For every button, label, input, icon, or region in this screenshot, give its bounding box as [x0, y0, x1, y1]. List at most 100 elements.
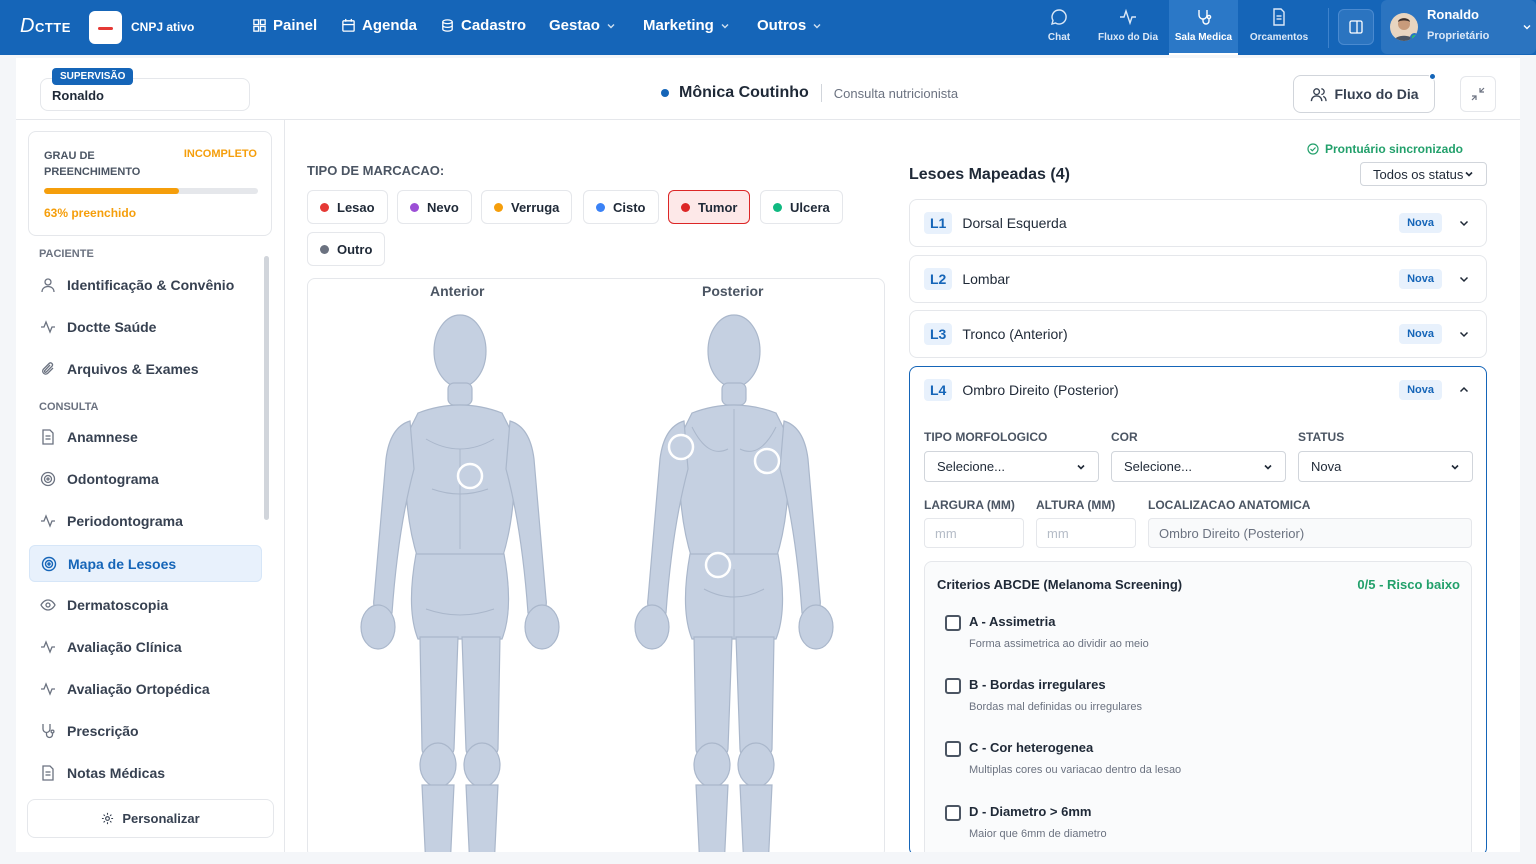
sidebar-item-avaliacao-clinica[interactable]: Avaliação Clínica [29, 628, 262, 665]
tool-chat[interactable]: Chat [1040, 0, 1078, 55]
criterion-name: A - Assimetria [969, 614, 1056, 629]
marker-ulcera[interactable]: Ulcera [760, 190, 843, 224]
chevron-down-icon[interactable] [1458, 273, 1470, 285]
sidebar-item-anamnese[interactable]: Anamnese [29, 418, 262, 455]
color-select[interactable]: Selecione... [1111, 451, 1286, 482]
nav-painel[interactable]: Painel [252, 17, 317, 34]
sidebar-icon [1349, 20, 1363, 34]
lesion-item[interactable]: L1 Dorsal Esquerda Nova [909, 199, 1487, 247]
chevron-down-icon[interactable] [1458, 328, 1470, 340]
chevron-down-icon[interactable] [1458, 217, 1470, 229]
lesion-marker-l1[interactable] [753, 447, 781, 475]
lesion-item[interactable]: L2 Lombar Nova [909, 255, 1487, 303]
fluxo-dia-button[interactable]: Fluxo do Dia [1293, 73, 1436, 113]
nav-marketing[interactable]: Marketing [643, 17, 730, 34]
criterion-checkbox[interactable] [945, 678, 961, 694]
sidebar-item-doctte-saude[interactable]: Doctte Saúde [29, 308, 262, 345]
height-input[interactable]: mm [1036, 518, 1136, 548]
width-input[interactable]: mm [924, 518, 1024, 548]
sidebar-item-mapa-lesoes[interactable]: Mapa de Lesoes [29, 545, 262, 582]
calendar-icon [342, 18, 355, 32]
stethoscope-icon [42, 723, 55, 738]
check-circle-icon [1307, 143, 1319, 155]
morph-type-select[interactable]: Selecione... [924, 451, 1099, 482]
tool-fluxo-dia[interactable]: Fluxo do Dia [1094, 0, 1162, 55]
lesion-marker-l2[interactable] [704, 551, 732, 579]
chevron-down-icon [721, 23, 729, 28]
sidebar-item-label: Periodontograma [67, 512, 183, 529]
sidebar-item-prescricao[interactable]: Prescrição [29, 712, 262, 749]
user-menu[interactable]: Ronaldo Proprietário [1381, 0, 1536, 54]
user-name: Ronaldo [1427, 7, 1479, 22]
nav-gestao[interactable]: Gestao [549, 17, 616, 34]
lesion-marker-l4[interactable] [667, 433, 695, 461]
color-dot [773, 202, 782, 212]
marker-lesao[interactable]: Lesao [307, 190, 388, 224]
sidebar-item-notas-medicas[interactable]: Notas Médicas [29, 754, 262, 791]
marker-cisto[interactable]: Cisto [583, 190, 659, 224]
chevron-up-icon[interactable] [1458, 384, 1470, 396]
panel-toggle-button[interactable] [1338, 9, 1374, 45]
customize-button[interactable]: Personalizar [27, 799, 274, 838]
marker-outro[interactable]: Outro [307, 232, 386, 266]
tool-sala-medica[interactable]: Sala Medica [1169, 0, 1238, 55]
tool-orcamentos[interactable]: Orcamentos [1246, 0, 1312, 55]
criterion-name: C - Cor heterogenea [969, 740, 1094, 755]
sidebar-item-label: Anamnese [67, 428, 138, 445]
divider [1328, 8, 1329, 48]
sidebar-item-arquivos[interactable]: Arquivos & Exames [29, 350, 262, 387]
sidebar-item-odontograma[interactable]: Odontograma [29, 460, 262, 497]
document-icon [42, 764, 54, 781]
lesion-name: Dorsal Esquerda [962, 215, 1067, 231]
lesion-code: L1 [924, 212, 953, 234]
completion-progress-bar [44, 188, 258, 194]
sidebar-scrollbar[interactable] [264, 256, 269, 786]
nav-cadastro-label: Cadastro [461, 17, 527, 34]
body-map[interactable]: Anterior Posterior [307, 278, 885, 858]
lesion-item-expanded[interactable]: L4 Ombro Direito (Posterior) Nova TIPO M… [909, 366, 1487, 861]
chevron-down-icon [607, 23, 615, 28]
criterion-checkbox[interactable] [945, 615, 961, 631]
color-dot [596, 202, 605, 212]
cnpj-status: CNPJ ativo [131, 20, 195, 34]
minimize-button[interactable] [1460, 76, 1496, 112]
lesion-code: L4 [924, 379, 953, 401]
sidebar-item-periodontograma[interactable]: Periodontograma [29, 502, 262, 539]
lesion-name: Ombro Direito (Posterior) [962, 382, 1119, 398]
marker-verruga[interactable]: Verruga [481, 190, 573, 224]
nav-agenda[interactable]: Agenda [341, 17, 417, 34]
sidebar-item-dermatoscopia[interactable]: Dermatoscopia [29, 586, 262, 623]
sidebar-item-avaliacao-ortopedica[interactable]: Avaliação Ortopédica [29, 670, 262, 707]
status-filter-select[interactable]: Todos os status [1360, 162, 1487, 186]
status-select[interactable]: Nova [1298, 451, 1473, 482]
scrollbar-thumb[interactable] [264, 256, 269, 520]
consult-type: Consulta nutricionista [833, 85, 959, 101]
view-posterior-label: Posterior [702, 283, 764, 299]
company-logo[interactable] [89, 11, 122, 44]
lesion-name: Lombar [962, 271, 1010, 287]
nav-marketing-label: Marketing [643, 17, 714, 34]
minimize-icon [1471, 87, 1485, 101]
marker-nevo[interactable]: Nevo [397, 190, 472, 224]
paperclip-icon [42, 361, 54, 375]
nav-outros[interactable]: Outros [757, 17, 822, 34]
marker-tumor[interactable]: Tumor [668, 190, 751, 224]
customize-label: Personalizar [122, 811, 200, 826]
nav-cadastro[interactable]: Cadastro [440, 17, 526, 34]
posterior-body-figure[interactable] [630, 309, 838, 858]
sync-label: Prontuário sincronizado [1324, 142, 1463, 156]
completion-percent: 63% preenchido [44, 206, 137, 220]
lesions-title: Lesoes Mapeadas (4) [909, 166, 1070, 183]
lesion-marker-l3[interactable] [456, 462, 484, 490]
sidebar-item-identificacao[interactable]: Identificação & Convênio [29, 266, 262, 303]
criterion-checkbox[interactable] [945, 741, 961, 757]
activity-icon [41, 681, 55, 696]
criterion-checkbox[interactable] [945, 805, 961, 821]
lesion-item[interactable]: L3 Tronco (Anterior) Nova [909, 310, 1487, 358]
color-value: Selecione... [1124, 459, 1192, 474]
anterior-body-figure[interactable] [356, 309, 564, 858]
app-logo[interactable]: DCTTE [20, 15, 71, 38]
color-dot [410, 202, 419, 212]
tool-fluxo-label: Fluxo do Dia [1098, 32, 1158, 43]
location-input[interactable]: Ombro Direito (Posterior) [1148, 518, 1472, 548]
